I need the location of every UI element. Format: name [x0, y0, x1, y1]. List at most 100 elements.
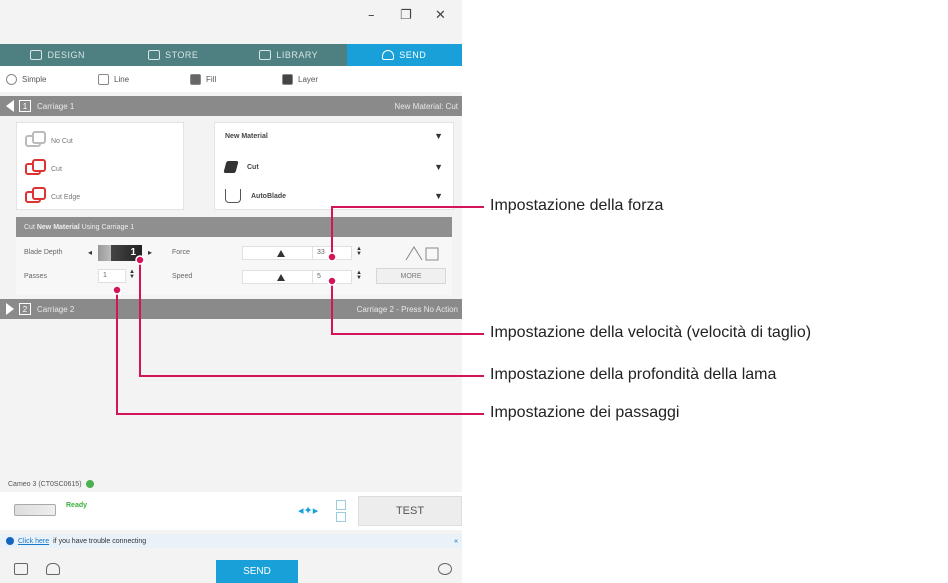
- move-arrows-icon[interactable]: ◂✦▸: [298, 504, 324, 517]
- option-cut[interactable]: Cut: [25, 159, 62, 175]
- mode-line[interactable]: Line: [98, 73, 190, 85]
- blade-depth-value: 1: [130, 247, 136, 258]
- option-cut-edge[interactable]: Cut Edge: [25, 187, 81, 203]
- more-label: MORE: [400, 272, 422, 280]
- collapse-hint-icon[interactable]: «: [454, 538, 458, 545]
- device-panel: Ready ◂✦▸ TEST: [0, 492, 462, 530]
- mode-fill[interactable]: Fill: [190, 73, 282, 85]
- tab-label: DESIGN: [47, 50, 85, 60]
- main-tabs: DESIGN STORE LIBRARY SEND: [0, 44, 462, 66]
- line-icon: [98, 73, 109, 85]
- more-button[interactable]: MORE: [376, 268, 446, 284]
- tutorial-icon[interactable]: [46, 563, 60, 575]
- restore-button[interactable]: ❐: [400, 8, 412, 23]
- carriage-2-header[interactable]: 2 Carriage 2 Carriage 2 - Press No Actio…: [0, 299, 462, 319]
- option-label: No Cut: [51, 137, 73, 145]
- force-value: 33: [317, 249, 325, 256]
- callout-speed: Impostazione della velocità (velocità di…: [490, 324, 812, 341]
- tool-select[interactable]: AutoBlade ▼: [225, 189, 443, 203]
- material-value: New Material: [225, 132, 268, 140]
- cut-settings-header: Cut New Material Using Carriage 1: [16, 217, 452, 237]
- cut-edge-icon: [25, 187, 46, 203]
- mode-layer[interactable]: Layer: [282, 73, 374, 85]
- tab-design[interactable]: DESIGN: [0, 44, 116, 66]
- carriage-select-icon[interactable]: [336, 500, 348, 524]
- test-label: TEST: [395, 505, 425, 517]
- cut-style-panel: No Cut Cut Cut Edge: [16, 122, 184, 210]
- strip-prefix: Cut: [24, 223, 35, 231]
- speed-value: 5: [317, 273, 321, 280]
- send-icon: [382, 50, 395, 60]
- increase-icon[interactable]: ▸: [148, 249, 152, 257]
- cutter-machine-icon: [14, 504, 56, 516]
- force-label: Force: [172, 249, 190, 256]
- chevron-down-icon: ▼: [434, 131, 443, 141]
- chevron-down-icon: ▼: [434, 162, 443, 172]
- slider-knob[interactable]: [277, 274, 285, 281]
- passes-stepper[interactable]: 1: [98, 269, 126, 283]
- strip-suffix: Using Carriage 1: [81, 223, 135, 231]
- collapse-icon: [6, 100, 14, 112]
- spin-arrows-icon[interactable]: ▲ ▼: [356, 246, 362, 257]
- cut-tool-icon: [223, 161, 239, 173]
- tab-label: SEND: [399, 50, 427, 60]
- spin-arrows-icon[interactable]: ▲ ▼: [129, 269, 135, 280]
- test-button[interactable]: TEST: [358, 496, 462, 526]
- mode-label: Layer: [298, 74, 319, 84]
- layer-icon: [282, 73, 293, 85]
- help-link[interactable]: Click here: [18, 538, 49, 545]
- info-icon: [6, 537, 14, 545]
- material-panel: New Material ▼ Cut ▼ AutoBlade ▼: [214, 122, 454, 210]
- fill-icon: [190, 73, 201, 85]
- send-history-icon[interactable]: [14, 563, 28, 575]
- hint-text: if you have trouble connecting: [53, 537, 147, 545]
- check-icon: [85, 480, 94, 488]
- cut-icon: [25, 159, 46, 175]
- spin-arrows-icon[interactable]: ▲ ▼: [356, 270, 362, 281]
- send-button[interactable]: SEND: [216, 560, 298, 583]
- blade-depth-control[interactable]: 1: [98, 245, 142, 261]
- option-label: Cut Edge: [51, 193, 81, 201]
- action-select[interactable]: Cut ▼: [223, 161, 443, 173]
- design-icon: [30, 50, 43, 60]
- carriage-1-header[interactable]: 1 Carriage 1 New Material: Cut: [0, 96, 462, 116]
- gear-icon[interactable]: [438, 563, 452, 575]
- force-stepper[interactable]: 33: [312, 246, 352, 260]
- speed-slider[interactable]: [242, 270, 322, 284]
- carriage-number: 2: [19, 303, 31, 315]
- store-icon: [148, 50, 161, 60]
- device-name: Cameo 3 (CT0SC0615): [8, 480, 82, 488]
- tool-value: AutoBlade: [251, 192, 286, 200]
- no-cut-icon: [25, 131, 46, 147]
- passes-value: 1: [103, 272, 107, 279]
- force-slider[interactable]: [242, 246, 322, 260]
- carriage-summary: Carriage 2 - Press No Action: [356, 304, 458, 314]
- minimize-button[interactable]: –: [368, 8, 375, 23]
- callout-blade-depth: Impostazione della profondità della lama: [490, 366, 777, 383]
- tab-send[interactable]: SEND: [346, 44, 462, 66]
- mode-label: Line: [114, 74, 130, 84]
- speed-stepper[interactable]: 5: [312, 270, 352, 284]
- chevron-down-icon: ▼: [434, 191, 443, 201]
- decrease-icon[interactable]: ◂: [88, 249, 92, 257]
- simple-icon: [6, 73, 17, 85]
- autoblade-icon: [225, 189, 241, 203]
- slider-knob[interactable]: [277, 250, 285, 257]
- blade-tip-icon: [405, 246, 439, 261]
- close-button[interactable]: ✕: [435, 8, 446, 23]
- mode-simple[interactable]: Simple: [6, 73, 98, 85]
- connection-status: Cameo 3 (CT0SC0615): [8, 480, 94, 488]
- material-select[interactable]: New Material ▼: [225, 131, 443, 141]
- tab-store[interactable]: STORE: [116, 44, 232, 66]
- tab-library[interactable]: LIBRARY: [231, 44, 347, 66]
- strip-material: New Material: [36, 223, 80, 231]
- speed-label: Speed: [172, 273, 193, 280]
- passes-label: Passes: [24, 273, 47, 280]
- mode-label: Simple: [22, 74, 47, 84]
- action-value: Cut: [247, 163, 259, 171]
- carriage-label: Carriage 2: [37, 304, 75, 314]
- tab-label: LIBRARY: [276, 50, 319, 60]
- send-mode-bar: Simple Line Fill Layer: [0, 66, 462, 92]
- option-no-cut[interactable]: No Cut: [25, 131, 73, 147]
- callout-passes: Impostazione dei passaggi: [490, 404, 680, 421]
